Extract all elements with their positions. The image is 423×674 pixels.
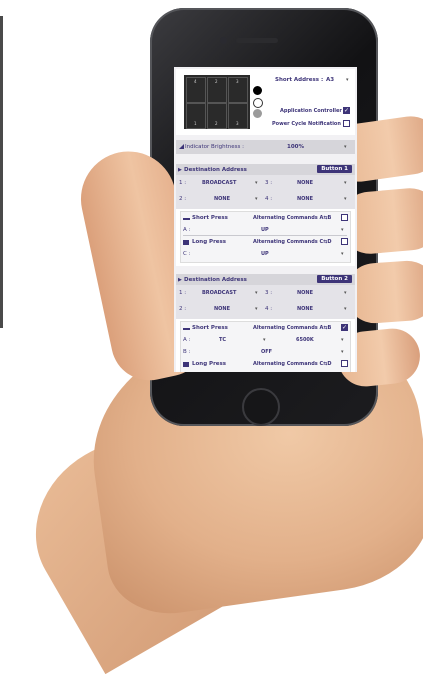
chevron-down-icon: ▾ <box>344 196 347 202</box>
long-press-label: Long Press <box>192 239 227 245</box>
dest-2-select[interactable]: NONE <box>214 196 230 202</box>
speaker-grille <box>236 38 278 43</box>
alt-ab-checkbox[interactable]: ✓ <box>341 324 348 331</box>
camera-icon <box>220 37 227 44</box>
color-white-option[interactable] <box>253 98 263 108</box>
dest-1-select[interactable]: BROADCAST <box>202 290 236 296</box>
dest-4-label: 4 : <box>265 306 273 312</box>
chevron-down-icon: ▾ <box>341 251 344 257</box>
a-select[interactable]: UP <box>261 227 269 233</box>
chevron-down-icon[interactable]: ▾ <box>346 77 349 83</box>
grid-number: 3 <box>236 79 239 84</box>
dest-1-label: 1 : <box>179 290 187 296</box>
chevron-down-icon: ▾ <box>255 290 258 296</box>
side-bar <box>0 16 3 328</box>
dest-2-label: 2 : <box>179 196 187 202</box>
application-controller-checkbox[interactable]: ✓ <box>343 107 350 114</box>
press-panel: Short Press Alternating Commands A⇆B ✓ A… <box>180 321 351 372</box>
grid-number: 2 <box>215 79 218 84</box>
destination-title: Destination Address <box>184 277 247 283</box>
b-select[interactable]: OFF <box>261 349 272 355</box>
long-press-label: Long Press <box>192 361 227 367</box>
dest-3-select[interactable]: NONE <box>297 180 313 186</box>
grid-number: 3 <box>236 121 239 126</box>
color-grey-option[interactable] <box>253 109 262 118</box>
short-address-label: Short Address : <box>275 77 324 83</box>
a-cct-select[interactable]: 6500K <box>296 337 314 343</box>
chevron-down-icon: ▾ <box>344 144 347 150</box>
dest-2-select[interactable]: NONE <box>214 306 230 312</box>
chevron-down-icon: ▾ <box>341 349 344 355</box>
divider <box>183 235 347 236</box>
short-press-icon <box>183 218 190 220</box>
indicator-brightness-select[interactable]: Indicator Brightness : 100% ▾ <box>176 140 355 154</box>
dest-4-select[interactable]: NONE <box>297 196 313 202</box>
app-screen: 4 2 3 1 2 3 Short Address : A3 ▾ Applica… <box>174 67 357 372</box>
alt-cd-checkbox[interactable] <box>341 238 348 245</box>
a-label: A : <box>183 337 191 343</box>
short-press-label: Short Press <box>192 215 228 221</box>
switch-preview: 4 2 3 1 2 3 <box>184 75 250 129</box>
chevron-down-icon: ▾ <box>255 180 258 186</box>
home-button[interactable] <box>242 388 280 426</box>
expand-arrow-icon: ▶ <box>178 167 182 173</box>
c-label: C : <box>183 251 191 257</box>
color-black-option[interactable] <box>253 86 262 95</box>
alt-ab-label: Alternating Commands A⇆B <box>253 325 332 331</box>
chevron-down-icon: ▾ <box>255 196 258 202</box>
power-cycle-label: Power Cycle Notification : <box>272 121 345 127</box>
alt-cd-label: Alternating Commands C⇆D <box>253 239 332 245</box>
grid-number: 2 <box>215 121 218 126</box>
device-card: 4 2 3 1 2 3 Short Address : A3 ▾ Applica… <box>176 69 355 135</box>
grid-number: 4 <box>194 79 197 84</box>
dest-3-label: 3 : <box>265 290 273 296</box>
dest-1-select[interactable]: BROADCAST <box>202 180 236 186</box>
long-press-icon <box>183 362 189 367</box>
dest-2-label: 2 : <box>179 306 187 312</box>
alt-ab-label: Alternating Commands A⇆B <box>253 215 332 221</box>
brightness-value: 100% <box>287 144 304 150</box>
chevron-down-icon: ▾ <box>344 180 347 186</box>
c-select[interactable]: UP <box>261 251 269 257</box>
dest-1-label: 1 : <box>179 180 187 186</box>
expand-arrow-icon: ▶ <box>178 277 182 283</box>
destination-header[interactable]: ▶ Destination Address Button 1 <box>176 164 355 175</box>
dest-4-label: 4 : <box>265 196 273 202</box>
b-label: B : <box>183 349 191 355</box>
grid-number: 1 <box>194 121 197 126</box>
a-select[interactable]: TC <box>219 337 226 343</box>
alt-cd-checkbox[interactable] <box>341 360 348 367</box>
long-press-icon <box>183 240 189 245</box>
chevron-down-icon: ▾ <box>263 337 266 343</box>
press-panel: Short Press Alternating Commands A⇆B A :… <box>180 211 351 263</box>
dest-3-select[interactable]: NONE <box>297 290 313 296</box>
brightness-label: Indicator Brightness : <box>185 144 244 150</box>
button1-section: ▶ Destination Address Button 1 1 : BROAD… <box>176 164 355 266</box>
brightness-icon <box>179 144 184 149</box>
short-press-icon <box>183 328 190 330</box>
chevron-down-icon: ▾ <box>344 290 347 296</box>
dest-4-select[interactable]: NONE <box>297 306 313 312</box>
application-controller-label: Application Controller : <box>280 108 346 114</box>
dest-3-label: 3 : <box>265 180 273 186</box>
chevron-down-icon: ▾ <box>341 227 344 233</box>
chevron-down-icon: ▾ <box>341 337 344 343</box>
short-press-label: Short Press <box>192 325 228 331</box>
alt-ab-checkbox[interactable] <box>341 214 348 221</box>
button2-badge: Button 2 <box>317 275 352 283</box>
destination-title: Destination Address <box>184 167 247 173</box>
destination-header[interactable]: ▶ Destination Address Button 2 <box>176 274 355 285</box>
power-cycle-checkbox[interactable] <box>343 120 350 127</box>
button1-badge: Button 1 <box>317 165 352 173</box>
alt-cd-label: Alternating Commands C⇆D <box>253 361 332 367</box>
chevron-down-icon: ▾ <box>255 306 258 312</box>
a-label: A : <box>183 227 191 233</box>
chevron-down-icon: ▾ <box>344 306 347 312</box>
button2-section: ▶ Destination Address Button 2 1 : BROAD… <box>176 274 355 372</box>
short-address-select[interactable]: A3 <box>326 77 334 83</box>
